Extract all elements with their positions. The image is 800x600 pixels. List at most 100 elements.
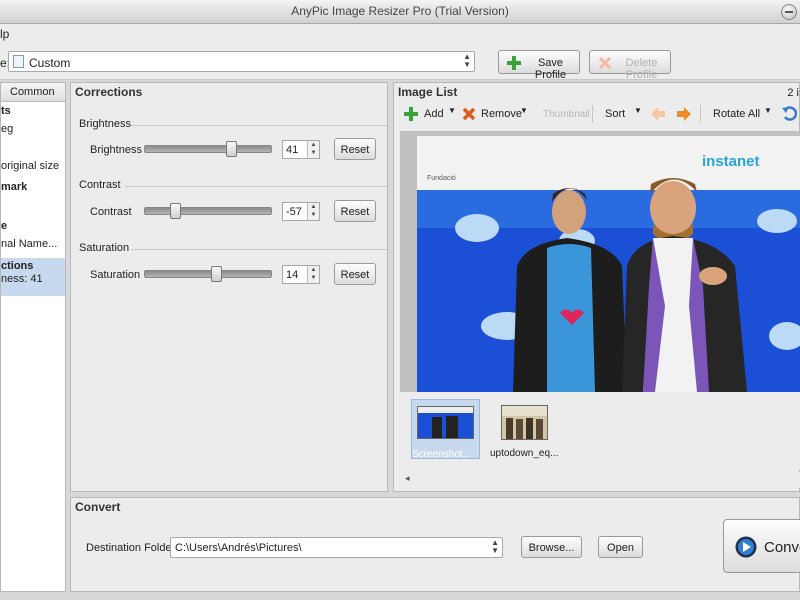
- add-dropdown-icon[interactable]: ▼: [448, 106, 456, 115]
- profile-bar: e: Custom ▲ ▼ Save Profile Delete Profile: [0, 44, 800, 81]
- tree-item-5[interactable]: nal Name...: [1, 238, 57, 250]
- preview-photo: Fundació instanet: [417, 136, 800, 392]
- rotate-all-button[interactable]: Rotate All: [713, 108, 760, 120]
- remove-button[interactable]: Remove: [481, 108, 522, 120]
- save-profile-button[interactable]: Save Profile: [498, 50, 580, 81]
- thumbnail-image-2[interactable]: [501, 405, 548, 440]
- spin-arrows-icon[interactable]: ▲ ▼: [307, 141, 319, 158]
- open-label: Open: [607, 542, 634, 554]
- contrast-slider[interactable]: [144, 203, 272, 219]
- destination-folder-value: C:\Users\Andrés\Pictures\: [175, 542, 302, 554]
- image-list-title: Image List: [398, 85, 458, 99]
- divider: [125, 186, 387, 187]
- window-title: AnyPic Image Resizer Pro (Trial Version): [291, 4, 509, 18]
- brightness-reset-button[interactable]: Reset: [334, 138, 376, 160]
- sort-dropdown-icon[interactable]: ▼: [634, 106, 642, 115]
- move-right-icon[interactable]: [677, 107, 691, 121]
- add-button[interactable]: Add: [424, 108, 444, 120]
- minimize-button[interactable]: [781, 4, 797, 20]
- banner-right-text: instanet: [702, 153, 760, 170]
- thumbnail-caption-1: Screenshot...: [412, 449, 471, 460]
- scroll-left-icon[interactable]: ◂: [405, 473, 410, 484]
- menu-bar: lp: [0, 24, 800, 44]
- delete-x-icon: [598, 56, 612, 70]
- tree-item-4[interactable]: e: [1, 220, 7, 232]
- tree-item-0[interactable]: ts: [1, 105, 11, 117]
- saturation-value: 14: [286, 269, 299, 281]
- play-icon: [735, 536, 757, 558]
- contrast-reset-label: Reset: [340, 206, 370, 218]
- browse-button[interactable]: Browse...: [521, 536, 582, 558]
- tree-item-6[interactable]: ctions: [1, 260, 33, 272]
- banner-left-text: Fundació: [427, 175, 456, 182]
- contrast-slider-thumb[interactable]: [170, 203, 181, 219]
- delete-profile-button[interactable]: Delete Profile: [589, 50, 671, 81]
- thumbnail-caption-2: uptodown_eq...: [490, 448, 559, 459]
- convert-button[interactable]: Conve: [723, 519, 800, 573]
- profile-select[interactable]: Custom ▲ ▼: [8, 51, 475, 72]
- menu-help[interactable]: lp: [0, 27, 9, 41]
- sort-button[interactable]: Sort: [605, 108, 625, 120]
- tree-item-7[interactable]: ness: 41: [1, 273, 43, 285]
- plus-icon: [507, 56, 521, 70]
- thumbnail-strip: Screenshot... uptodown_eq...: [400, 392, 800, 470]
- tree-item-1[interactable]: eg: [1, 123, 13, 135]
- brightness-value: 41: [286, 144, 299, 156]
- settings-tree: Common ts eg original size mark e nal Na…: [0, 82, 66, 592]
- move-left-icon[interactable]: [651, 107, 665, 121]
- thumbnail-image-1[interactable]: [417, 406, 474, 439]
- title-bar: AnyPic Image Resizer Pro (Trial Version): [0, 0, 800, 24]
- document-icon: [13, 55, 24, 68]
- saturation-slider-thumb[interactable]: [211, 266, 222, 282]
- brightness-reset-label: Reset: [340, 144, 370, 156]
- contrast-reset-button[interactable]: Reset: [334, 200, 376, 222]
- select-arrows-icon: ▲ ▼: [463, 52, 471, 69]
- tree-item-2[interactable]: original size: [1, 160, 59, 172]
- settings-tree-header-label: Common: [10, 86, 55, 98]
- remove-dropdown-icon[interactable]: ▼: [520, 106, 528, 115]
- image-preview: Fundació instanet: [400, 131, 800, 392]
- contrast-spinbox[interactable]: -57 ▲ ▼: [282, 202, 320, 221]
- add-icon: [404, 107, 418, 121]
- saturation-reset-label: Reset: [340, 269, 370, 281]
- browse-label: Browse...: [528, 542, 575, 554]
- saturation-label: Saturation: [90, 269, 141, 281]
- delete-profile-label: Delete Profile: [625, 57, 658, 81]
- thumbnail-scrollbar[interactable]: ◂: [400, 472, 800, 488]
- open-button[interactable]: Open: [598, 536, 643, 558]
- saturation-spinbox[interactable]: 14 ▲ ▼: [282, 265, 320, 284]
- image-count: 2 i: [787, 87, 799, 99]
- brightness-slider[interactable]: [144, 141, 272, 157]
- contrast-group-label: Contrast: [79, 179, 121, 191]
- corrections-panel: Corrections Brightness Brightness 41 ▲ ▼ …: [70, 82, 388, 492]
- tree-item-3[interactable]: mark: [1, 181, 27, 193]
- convert-button-label: Conve: [764, 539, 800, 556]
- select-arrows-icon: ▲ ▼: [491, 538, 499, 555]
- destination-folder-select[interactable]: C:\Users\Andrés\Pictures\ ▲ ▼: [170, 537, 503, 558]
- destination-folder-label: Destination Folder:: [86, 542, 179, 554]
- saturation-slider[interactable]: [144, 266, 272, 282]
- spin-arrows-icon[interactable]: ▲ ▼: [307, 203, 319, 220]
- save-profile-label: Save Profile: [534, 57, 567, 81]
- saturation-group-label: Saturation: [79, 242, 130, 254]
- brightness-slider-thumb[interactable]: [226, 141, 237, 157]
- toolbar-separator: [700, 105, 701, 123]
- contrast-label: Contrast: [90, 206, 132, 218]
- contrast-value: -57: [286, 206, 302, 218]
- corrections-title: Corrections: [75, 85, 143, 99]
- thumbnail-button[interactable]: Thumbnail: [543, 109, 590, 120]
- settings-tree-header: Common: [1, 83, 65, 102]
- profile-select-value: Custom: [29, 56, 71, 70]
- spin-arrows-icon[interactable]: ▲ ▼: [307, 266, 319, 283]
- convert-title: Convert: [75, 500, 121, 514]
- divider: [131, 125, 387, 126]
- brightness-spinbox[interactable]: 41 ▲ ▼: [282, 140, 320, 159]
- convert-panel: Convert Destination Folder: C:\Users\And…: [70, 497, 800, 592]
- rotate-dropdown-icon[interactable]: ▼: [764, 106, 772, 115]
- saturation-reset-button[interactable]: Reset: [334, 263, 376, 285]
- brightness-label: Brightness: [90, 144, 142, 156]
- toolbar-separator: [592, 105, 593, 123]
- brightness-group-label: Brightness: [79, 118, 131, 130]
- rotate-left-icon[interactable]: [782, 106, 797, 121]
- divider: [131, 249, 387, 250]
